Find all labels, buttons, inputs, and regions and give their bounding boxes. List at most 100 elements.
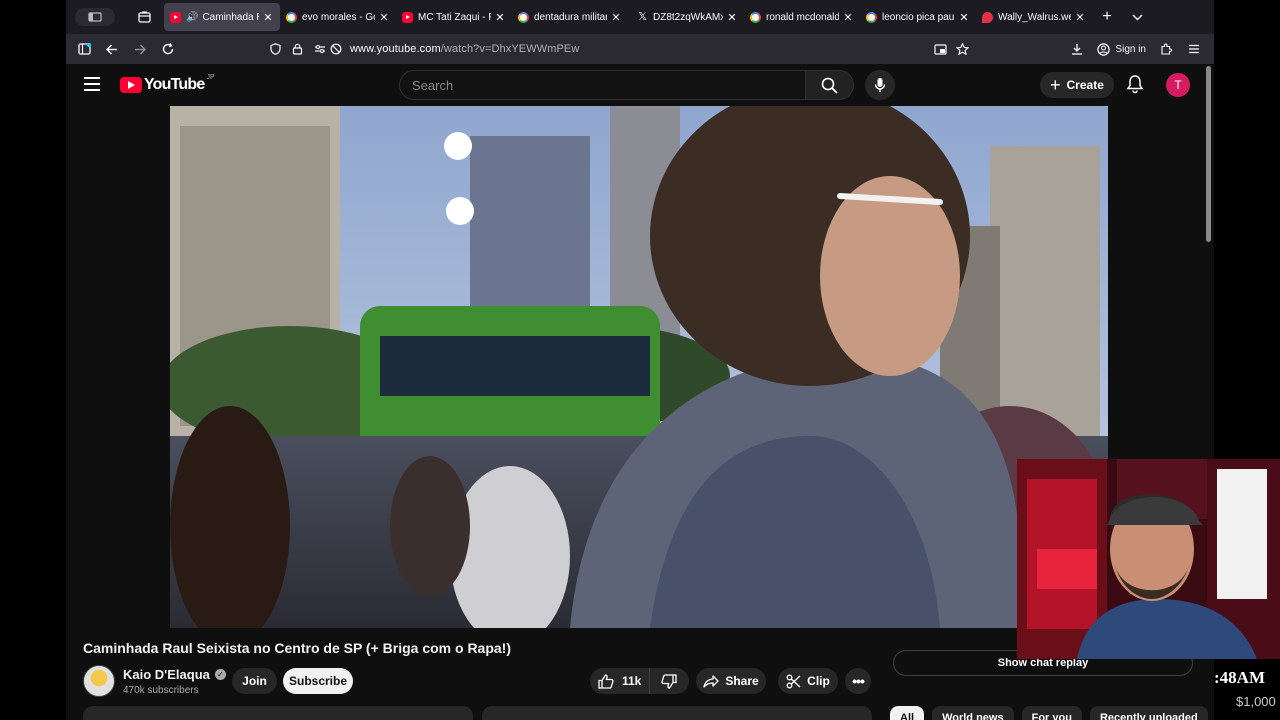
join-button[interactable]: Join [232, 668, 277, 694]
tab-2[interactable]: MC Tati Zaqui - Pe ✕ [396, 3, 512, 31]
microphone-icon [874, 78, 886, 92]
google-icon [518, 11, 529, 23]
navigation-toolbar: www.youtube.com/watch?v=DhxYEWWmPEw Sign… [66, 34, 1214, 64]
video-frame [170, 106, 1108, 628]
sidebar-icon [77, 43, 91, 55]
notifications-button[interactable] [1126, 74, 1144, 94]
chip-recently-uploaded[interactable]: Recently uploaded [1089, 706, 1208, 720]
chevron-down-icon [1132, 14, 1142, 20]
search-button[interactable] [806, 70, 854, 100]
lock-icon[interactable] [292, 43, 303, 55]
guide-menu-button[interactable] [84, 77, 100, 91]
clip-button[interactable]: Clip [778, 668, 838, 694]
url-text[interactable]: www.youtube.com/watch?v=DhxYEWWmPEw [350, 43, 579, 55]
tab-overview-button[interactable] [124, 0, 164, 34]
google-icon [750, 11, 761, 23]
page-scrollbar[interactable] [1206, 66, 1211, 242]
reload-icon [162, 43, 174, 55]
webcam-feed [1017, 459, 1280, 659]
close-tab-icon[interactable]: ✕ [378, 11, 390, 24]
url-bar[interactable]: www.youtube.com/watch?v=DhxYEWWmPEw [270, 37, 980, 61]
tab-6[interactable]: leoncio pica pau - ✕ [860, 3, 976, 31]
channel-name[interactable]: Kaio D'Elaqua ✓ [123, 667, 226, 682]
tabs-icon [137, 11, 151, 23]
sidebar-toggle[interactable] [66, 4, 124, 30]
related-filter-chips: All World news For you Recently uploaded [890, 706, 1214, 720]
donation-overlay: $1,000 [1236, 694, 1276, 709]
search-icon [821, 77, 838, 94]
permissions-icon[interactable] [314, 44, 326, 54]
tab-5[interactable]: ronald mcdonald - ✕ [744, 3, 860, 31]
video-player[interactable] [170, 106, 1108, 628]
close-tab-icon[interactable]: ✕ [958, 11, 970, 24]
image-icon [982, 11, 993, 23]
voice-search-button[interactable] [865, 70, 895, 100]
speaker-icon[interactable]: 🔊 [186, 12, 198, 23]
chip-all[interactable]: All [890, 706, 925, 720]
close-tab-icon[interactable]: ✕ [262, 11, 274, 24]
youtube-header: YouTube JP + Create T [66, 64, 1214, 106]
x-icon: 𝕏 [638, 10, 647, 23]
thumbs-up-icon [598, 673, 614, 689]
back-button[interactable] [98, 34, 126, 64]
plus-icon: + [1050, 75, 1061, 95]
star-icon [955, 43, 969, 55]
video-title: Caminhada Raul Seixista no Centro de SP … [83, 640, 512, 656]
like-dislike-group: 11k [590, 668, 689, 694]
create-button[interactable]: + Create [1040, 72, 1114, 98]
youtube-play-icon [120, 77, 142, 93]
plus-icon: + [1102, 8, 1112, 25]
chip-for-you[interactable]: For you [1021, 706, 1082, 720]
menu-icon [1189, 44, 1199, 54]
arrow-left-icon [106, 44, 117, 54]
youtube-logo[interactable]: YouTube JP [120, 74, 215, 94]
more-horizontal-icon: ••• [852, 673, 865, 689]
google-icon [866, 11, 877, 23]
arrow-right-icon [135, 44, 146, 54]
list-tabs-button[interactable] [1122, 0, 1152, 34]
puzzle-icon [1161, 43, 1172, 55]
more-actions-button[interactable]: ••• [845, 668, 871, 694]
autoplay-blocked-icon[interactable] [330, 43, 342, 55]
toolbar-right: Sign in [933, 34, 1208, 64]
subscribe-button[interactable]: Subscribe [283, 668, 353, 694]
bell-icon [1126, 75, 1144, 94]
close-tab-icon[interactable]: ✕ [610, 11, 622, 24]
verified-icon: ✓ [214, 669, 226, 680]
share-icon [703, 674, 719, 688]
description-box[interactable] [83, 706, 473, 720]
forward-button[interactable] [126, 34, 154, 64]
search-box [399, 70, 806, 100]
extensions-button[interactable] [1152, 34, 1180, 64]
subscriber-count: 470k subscribers [123, 685, 199, 696]
like-button[interactable]: 11k [590, 668, 650, 694]
close-tab-icon[interactable]: ✕ [842, 11, 854, 24]
sign-in-button[interactable]: Sign in [1091, 42, 1152, 56]
downloads-button[interactable] [1063, 34, 1091, 64]
tab-bar: 🔊 Caminhada Ra ✕ evo morales - Goo ✕ MC … [66, 0, 1214, 34]
new-tab-button[interactable]: + [1092, 0, 1122, 34]
youtube-icon [402, 11, 413, 23]
webcam-overlay [1017, 459, 1280, 659]
download-icon [1072, 44, 1083, 55]
search-input[interactable] [400, 71, 760, 99]
tab-1[interactable]: evo morales - Goo ✕ [280, 3, 396, 31]
tab-4[interactable]: 𝕏 DZ8t2zqWkAMxEr ✕ [628, 3, 744, 31]
chip-world-news[interactable]: World news [932, 706, 1014, 720]
app-menu-button[interactable] [1180, 34, 1208, 64]
account-avatar[interactable]: T [1166, 73, 1190, 97]
close-tab-icon[interactable]: ✕ [494, 11, 506, 24]
close-tab-icon[interactable]: ✕ [726, 11, 738, 24]
tab-7[interactable]: Wally_Walrus.webp ✕ [976, 3, 1092, 31]
tab-0[interactable]: 🔊 Caminhada Ra ✕ [164, 3, 280, 31]
description-box-secondary[interactable] [482, 706, 872, 720]
channel-avatar[interactable] [83, 665, 115, 697]
sidebar-button[interactable] [70, 34, 98, 64]
close-tab-icon[interactable]: ✕ [1074, 11, 1086, 24]
reload-button[interactable] [154, 34, 182, 64]
share-button[interactable]: Share [696, 668, 766, 694]
tab-3[interactable]: dentadura militar ✕ [512, 3, 628, 31]
dislike-button[interactable] [650, 668, 688, 694]
bookmark-button[interactable] [948, 34, 976, 64]
shield-icon[interactable] [270, 43, 281, 55]
